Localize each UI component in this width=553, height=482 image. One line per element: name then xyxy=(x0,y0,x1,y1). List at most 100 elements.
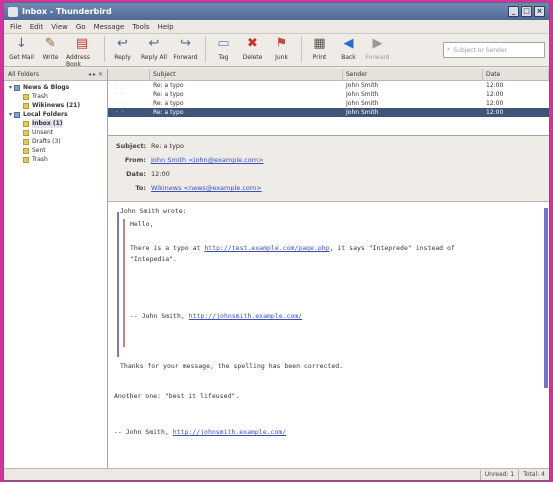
sig2-prefix: -- John Smith, xyxy=(114,428,169,436)
star-icon[interactable]: · xyxy=(116,109,118,116)
toolbar-button-delete[interactable]: ✖ Delete xyxy=(239,36,266,61)
folder-view-nav[interactable]: ◂ ▸ ✕ xyxy=(88,71,103,78)
folder-item[interactable]: Trash xyxy=(4,155,107,164)
subject-value: Re: a typo xyxy=(151,142,185,150)
search-input[interactable]: ⌕ Subject or Sender xyxy=(443,42,545,58)
row-flags[interactable]: · · xyxy=(108,109,150,116)
close-button[interactable]: × xyxy=(534,6,545,17)
toolbar-button-forward[interactable]: ↪ Forward xyxy=(172,36,199,61)
folder-item[interactable]: Trash xyxy=(4,92,107,101)
toolbar-button-get-mail[interactable]: ↓ Get Mail xyxy=(8,36,35,61)
row-date: 12:00 xyxy=(486,109,504,116)
row-flags[interactable]: · · xyxy=(108,91,150,98)
junk-icon: ⚑ xyxy=(275,36,288,51)
pencil-icon: ✎ xyxy=(45,36,56,51)
read-status-icon[interactable]: · xyxy=(122,109,124,116)
reply-another: Another one: "best it lifeused". xyxy=(114,392,240,400)
row-flags[interactable]: · · xyxy=(108,100,150,107)
sig-link[interactable]: http://johnsmith.example.com/ xyxy=(189,312,303,320)
typo-link[interactable]: http://test.example.com/page.php xyxy=(204,244,329,252)
reply-icon: ↩ xyxy=(117,36,128,51)
message-body: John Smith wrote: Hello, There is a typo… xyxy=(108,202,549,468)
toolbar-button-junk[interactable]: ⚑ Junk xyxy=(268,36,295,61)
column-flags[interactable] xyxy=(108,69,150,80)
folder-label: Trash xyxy=(32,93,48,100)
toolbar-label: Address Book xyxy=(66,54,90,68)
row-flags[interactable]: · · xyxy=(108,82,150,89)
folder-pane-header[interactable]: All Folders ◂ ▸ ✕ xyxy=(4,69,107,81)
read-status-icon[interactable]: · xyxy=(122,100,124,107)
twisty-icon[interactable]: ▾ xyxy=(7,83,14,92)
thread-pane: Subject Sender Date · · Re: a typo John Smi… xyxy=(108,69,549,136)
toolbar-button-address-book[interactable]: ▤ Address Book xyxy=(66,36,98,68)
date-value: 12:00 xyxy=(151,170,170,178)
twisty-icon[interactable]: ▾ xyxy=(7,110,14,119)
folder-label: Trash xyxy=(32,156,48,163)
tag-icon: ▭ xyxy=(217,36,230,51)
address-book-icon: ▤ xyxy=(75,36,89,51)
star-icon[interactable]: · xyxy=(116,82,118,89)
message-row[interactable]: · · Re: a typo John Smith 12:00 xyxy=(108,99,549,108)
menu-tools[interactable]: Tools xyxy=(132,23,149,31)
toolbar-label: Get Mail xyxy=(9,54,34,61)
toolbar-button-pencil[interactable]: ✎ Write xyxy=(37,36,64,61)
toolbar-button-back[interactable]: ◀ Back xyxy=(335,36,362,61)
total-count: Total: 4 xyxy=(518,469,549,480)
menu-help[interactable]: Help xyxy=(158,23,174,31)
folder-item[interactable]: Unsent xyxy=(4,128,107,137)
row-subject: Re: a typo xyxy=(153,82,184,89)
mail-window: Inbox - Thunderbird _ □ × File Edit View… xyxy=(3,2,550,481)
toolbar-button-reply-all[interactable]: ↩ Reply All xyxy=(138,36,170,61)
read-status-icon[interactable]: · xyxy=(122,91,124,98)
folder-item[interactable]: Inbox (1) xyxy=(4,119,107,128)
folder-label: News & Blogs xyxy=(23,84,70,91)
read-status-icon[interactable]: · xyxy=(122,82,124,89)
title-bar[interactable]: Inbox - Thunderbird _ □ × xyxy=(4,3,549,20)
maximize-button[interactable]: □ xyxy=(521,6,532,17)
column-subject[interactable]: Subject xyxy=(150,69,343,80)
message-row[interactable]: · · Re: a typo John Smith 12:00 xyxy=(108,81,549,90)
row-sender: John Smith xyxy=(346,100,379,107)
toolbar-button-tag[interactable]: ▭ Tag xyxy=(210,36,237,61)
row-date: 12:00 xyxy=(486,82,504,89)
star-icon[interactable]: · xyxy=(116,91,118,98)
folder-item[interactable]: Sent xyxy=(4,146,107,155)
subject-label: Subject: xyxy=(116,142,147,150)
account-icon xyxy=(14,111,20,118)
toolbar-button-reply[interactable]: ↩ Reply xyxy=(109,36,136,61)
toolbar-label: Print xyxy=(312,54,327,61)
folder-item[interactable]: Wikinews (21) xyxy=(4,101,107,110)
folder-item[interactable]: ▾ Local Folders xyxy=(4,110,107,119)
body-scrollbar[interactable] xyxy=(544,208,548,388)
to-label: To: xyxy=(135,184,146,192)
menu-file[interactable]: File xyxy=(10,23,22,31)
to-value[interactable]: Wikinews <news@example.com> xyxy=(151,184,262,192)
row-subject: Re: a typo xyxy=(153,100,184,107)
row-subject: Re: a typo xyxy=(153,109,184,116)
next-icon: ▶ xyxy=(372,36,383,51)
menu-go[interactable]: Go xyxy=(76,23,86,31)
toolbar-label: Back xyxy=(341,54,356,61)
search-placeholder: Subject or Sender xyxy=(453,46,508,54)
app-icon xyxy=(8,6,18,17)
menu-view[interactable]: View xyxy=(51,23,68,31)
folder-item[interactable]: ▾ News & Blogs xyxy=(4,83,107,92)
star-icon[interactable]: · xyxy=(116,100,118,107)
from-value[interactable]: John Smith <john@example.com> xyxy=(151,156,264,164)
folder-item[interactable]: Drafts (3) xyxy=(4,137,107,146)
message-row[interactable]: · · Re: a typo John Smith 12:00 xyxy=(108,108,549,117)
toolbar-button-next[interactable]: ▶ Forward xyxy=(364,36,391,61)
toolbar-button-print[interactable]: ▦ Print xyxy=(306,36,333,61)
folder-label: Sent xyxy=(32,147,46,154)
folder-icon xyxy=(23,102,29,109)
row-date: 12:00 xyxy=(486,100,504,107)
message-row[interactable]: · · Re: a typo John Smith 12:00 xyxy=(108,90,549,99)
column-sender[interactable]: Sender xyxy=(343,69,483,80)
menu-edit[interactable]: Edit xyxy=(30,23,44,31)
menu-message[interactable]: Message xyxy=(94,23,125,31)
minimize-button[interactable]: _ xyxy=(508,6,519,17)
column-date[interactable]: Date xyxy=(483,69,549,80)
menu-bar: File Edit View Go Message Tools Help xyxy=(4,20,549,34)
sig2-link[interactable]: http://johnsmith.example.com/ xyxy=(173,428,287,436)
typo-mid: , it says "Inteprede" instead of xyxy=(329,244,455,252)
